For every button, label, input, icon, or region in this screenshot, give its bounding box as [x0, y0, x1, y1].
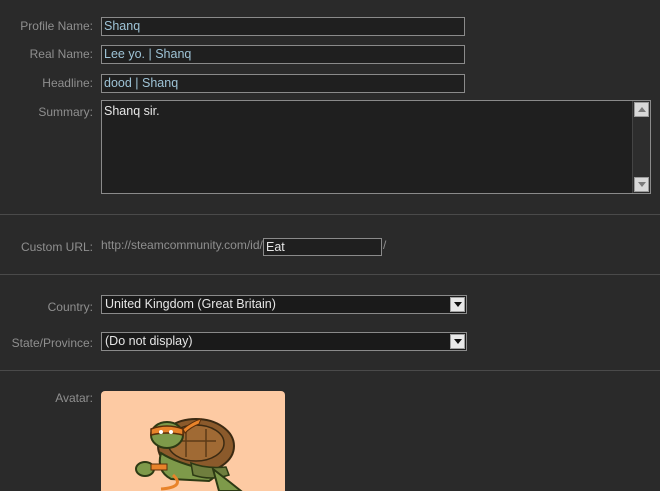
country-select[interactable]: United Kingdom (Great Britain) — [101, 295, 467, 314]
state-select[interactable]: (Do not display) — [101, 332, 467, 351]
profile-name-label: Profile Name: — [20, 19, 93, 33]
custom-url-input[interactable]: Eat — [263, 238, 382, 256]
real-name-input[interactable]: Lee yo. | Shanq — [101, 45, 465, 64]
avatar-label: Avatar: — [55, 391, 93, 405]
state-label: State/Province: — [11, 336, 93, 350]
scroll-up-button[interactable] — [634, 102, 649, 117]
chevron-down-icon — [453, 302, 462, 307]
summary-text: Shanq sir. — [104, 104, 160, 118]
custom-url-label: Custom URL: — [20, 240, 93, 254]
turtle-avatar-image — [135, 418, 243, 491]
divider — [0, 274, 660, 275]
summary-textarea[interactable]: Shanq sir. — [101, 100, 651, 194]
headline-input[interactable]: dood | Shanq — [101, 74, 465, 93]
arrow-up-icon — [637, 107, 646, 112]
summary-scrollbar[interactable] — [632, 101, 650, 193]
country-label: Country: — [47, 300, 93, 314]
summary-label: Summary: — [38, 105, 93, 119]
profile-name-input[interactable]: Shanq — [101, 17, 465, 36]
arrow-down-icon — [637, 182, 646, 187]
chevron-down-icon — [453, 339, 462, 344]
real-name-label: Real Name: — [29, 47, 93, 61]
state-dropdown-button[interactable] — [450, 334, 465, 349]
custom-url-prefix: http://steamcommunity.com/id/ — [101, 238, 263, 252]
country-selected-value: United Kingdom (Great Britain) — [105, 297, 276, 311]
avatar-image[interactable] — [101, 391, 285, 491]
scroll-down-button[interactable] — [634, 177, 649, 192]
headline-label: Headline: — [42, 76, 93, 90]
custom-url-suffix: / — [383, 238, 387, 252]
country-dropdown-button[interactable] — [450, 297, 465, 312]
divider — [0, 214, 660, 215]
state-selected-value: (Do not display) — [105, 334, 193, 348]
divider — [0, 370, 660, 371]
